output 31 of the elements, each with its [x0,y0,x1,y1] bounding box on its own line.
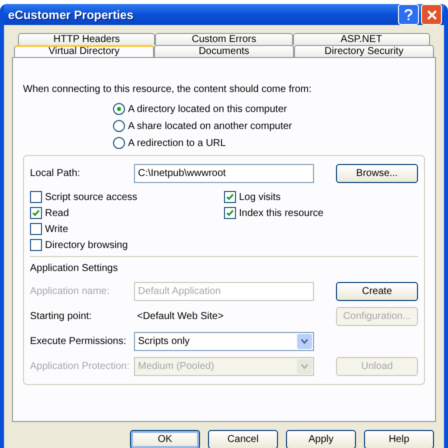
dropdown[interactable]: Scripts only [134,332,314,351]
checkbox-label[interactable]: Log visits [239,192,281,202]
dialog-button[interactable]: Apply [286,430,356,448]
field-label: Application Protection: [30,361,128,372]
dialog-button[interactable]: OK [130,430,200,448]
browse-button[interactable]: Browse... [336,164,418,183]
checkbox-label[interactable]: Directory browsing [45,240,128,250]
field-label: Execute Permissions: [30,336,128,347]
tab[interactable]: ASP.NET [292,33,430,45]
field-label: Local Path: [30,168,82,179]
dialog-button[interactable]: Help [364,430,434,448]
field-label: Application name: [30,286,110,297]
tab[interactable]: HTTP Headers [18,33,156,45]
checkbox-label[interactable]: Read [45,208,69,218]
local-path-field[interactable]: C:\Inetpub\wwwroot [134,164,314,183]
section-heading: Application Settings [30,263,119,274]
field-label: Starting point: [30,311,93,322]
checkbox-label[interactable]: Index this resource [239,208,324,218]
source-prompt: When connecting to this resource, the content should come from: [23,84,312,95]
tab[interactable]: Directory Security [294,45,434,57]
radio-label[interactable]: A redirection to a URL [128,138,226,148]
radio-label[interactable]: A share located on another computer [128,120,292,132]
window-title: eCustomer Properties [8,8,134,22]
dialog-button[interactable]: Cancel [208,430,278,448]
field-value: <Default Web Site> [136,311,225,322]
tab[interactable]: Custom Errors [155,33,293,45]
checkbox-label[interactable]: Script source access [45,192,138,202]
tab[interactable]: Virtual Directory [14,45,154,57]
radio-label[interactable]: A directory located on this computer [128,104,287,114]
tab[interactable]: Documents [154,45,294,57]
checkbox-label[interactable]: Write [45,224,68,234]
